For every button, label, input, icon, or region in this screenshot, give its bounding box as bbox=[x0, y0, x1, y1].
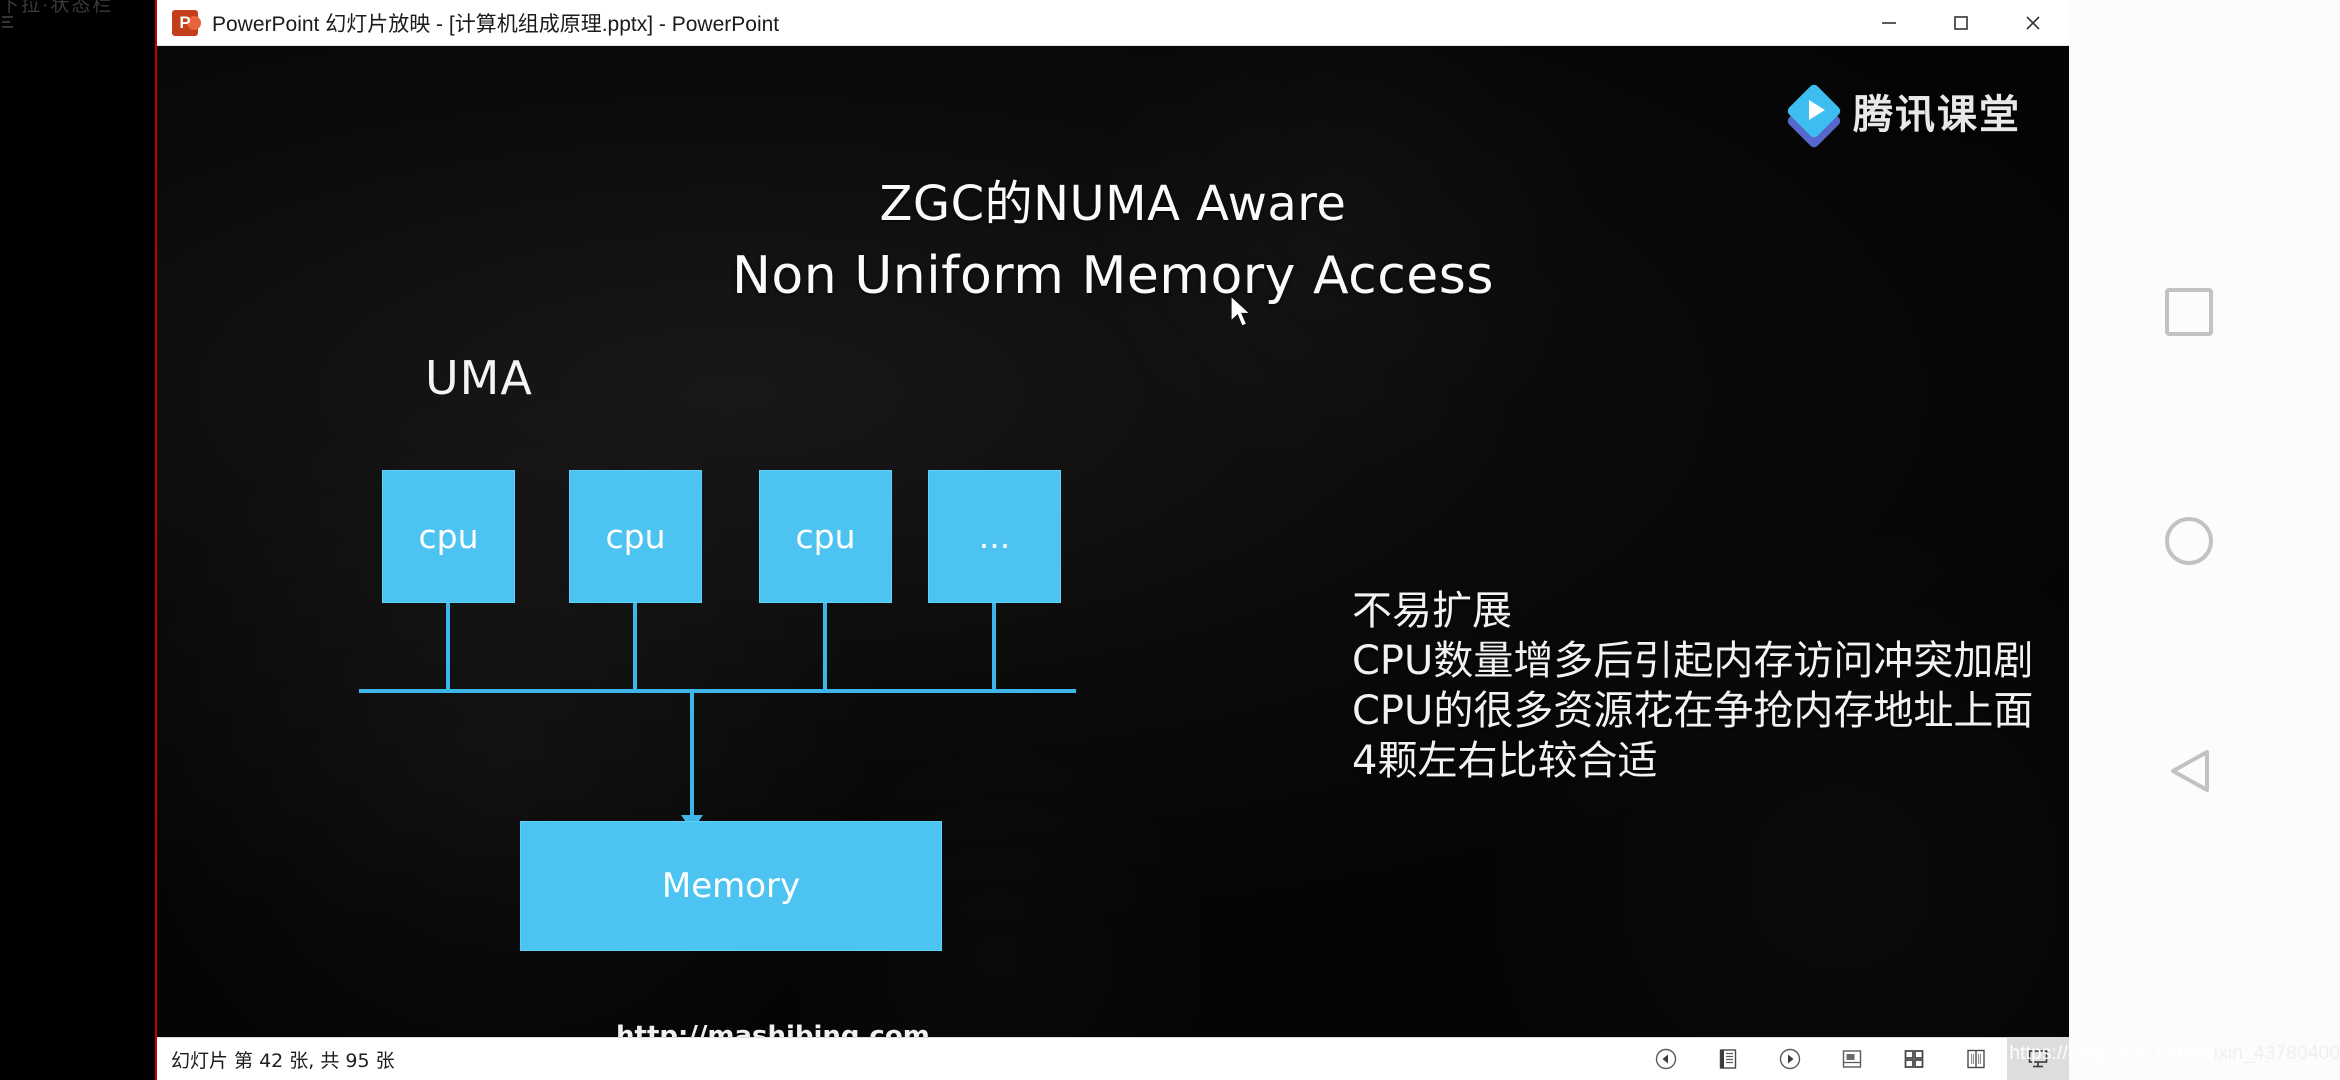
mouse-cursor bbox=[1229, 294, 1255, 336]
window-controls bbox=[1853, 0, 2069, 45]
slideshow-toolbar bbox=[1635, 1038, 2069, 1080]
cpu-box-2: cpu bbox=[569, 470, 702, 603]
brand-logo: 腾讯课堂 bbox=[1785, 82, 2021, 150]
window-title: PowerPoint 幻灯片放映 - [计算机组成原理.pptx] - Powe… bbox=[212, 12, 780, 36]
bullet-item-4: 4颗左右比较合适 bbox=[1352, 738, 1658, 784]
cpu-box-3: cpu bbox=[759, 470, 892, 603]
minimize-button[interactable] bbox=[1853, 0, 1925, 45]
chevron-left-circle-icon bbox=[1655, 1048, 1677, 1070]
slide-counter-text: 幻灯片 第 42 张, 共 95 张 bbox=[171, 1049, 395, 1072]
play-diamond-icon bbox=[1785, 82, 1843, 150]
brand-name: 腾讯课堂 bbox=[1853, 92, 2021, 138]
memory-box: Memory bbox=[520, 821, 942, 951]
cpu-box-1: cpu bbox=[382, 470, 515, 603]
memory-bus-line bbox=[359, 689, 1076, 693]
bullet-list: 不易扩展 CPU数量增多后引起内存访问冲突加剧 CPU的很多资源花在争抢内存地址… bbox=[1352, 586, 2033, 786]
csdn-watermark: https://blog.csdn.net/weixin_43780400 bbox=[2009, 1043, 2340, 1065]
footer-url: http://mashibing.com bbox=[616, 1021, 930, 1037]
pen-tools-button[interactable] bbox=[1697, 1038, 1759, 1080]
android-nav-rail bbox=[2069, 0, 2340, 1080]
powerpoint-icon bbox=[172, 9, 201, 36]
next-slide-button[interactable] bbox=[1759, 1038, 1821, 1080]
slide-canvas[interactable]: 腾讯课堂 ZGC的NUMA Aware Non Uniform Memory A… bbox=[157, 46, 2069, 1037]
memory-arrow-stem bbox=[690, 691, 694, 817]
close-button[interactable] bbox=[1997, 0, 2069, 45]
signal-bars-icon bbox=[2, 16, 14, 34]
bullet-item-2: CPU数量增多后引起内存访问冲突加剧 bbox=[1352, 638, 2034, 684]
bullet-item-3: CPU的很多资源花在争抢内存地址上面 bbox=[1352, 688, 2034, 734]
maximize-button[interactable] bbox=[1925, 0, 1997, 45]
home-circle-icon[interactable] bbox=[2165, 517, 2213, 565]
book-icon bbox=[1967, 1049, 1985, 1069]
connector-cpu3 bbox=[823, 603, 827, 691]
bullet-item-1: 不易扩展 bbox=[1352, 588, 1512, 634]
uma-architecture-diagram: cpu cpu cpu ... Memory bbox=[157, 46, 2069, 1037]
window-titlebar: PowerPoint 幻灯片放映 - [计算机组成原理.pptx] - Powe… bbox=[157, 0, 2069, 46]
reading-view-button[interactable] bbox=[1945, 1038, 2007, 1080]
cpu-box-4-ellipsis: ... bbox=[928, 470, 1061, 603]
watermark-text-dim: ixin_43780400 bbox=[2213, 1043, 2340, 1064]
pen-menu-icon bbox=[1719, 1049, 1737, 1069]
magnify-slide-icon bbox=[1842, 1050, 1862, 1068]
chevron-right-circle-icon bbox=[1779, 1048, 1801, 1070]
screen: 下拉·状态栏 PowerPoint 幻灯片放映 - [计算机组成原理.pptx]… bbox=[0, 0, 2340, 1080]
zoom-button[interactable] bbox=[1821, 1038, 1883, 1080]
recents-square-icon[interactable] bbox=[2165, 288, 2213, 336]
grid-icon bbox=[1904, 1050, 1924, 1068]
connector-cpu4 bbox=[992, 603, 996, 691]
slideshow-statusbar: 幻灯片 第 42 张, 共 95 张 bbox=[157, 1037, 2069, 1080]
connector-cpu1 bbox=[446, 603, 450, 691]
connector-cpu2 bbox=[633, 603, 637, 691]
watermark-text: https://blog.csdn.net/we bbox=[2009, 1043, 2214, 1064]
all-slides-button[interactable] bbox=[1883, 1038, 1945, 1080]
previous-slide-button[interactable] bbox=[1635, 1038, 1697, 1080]
